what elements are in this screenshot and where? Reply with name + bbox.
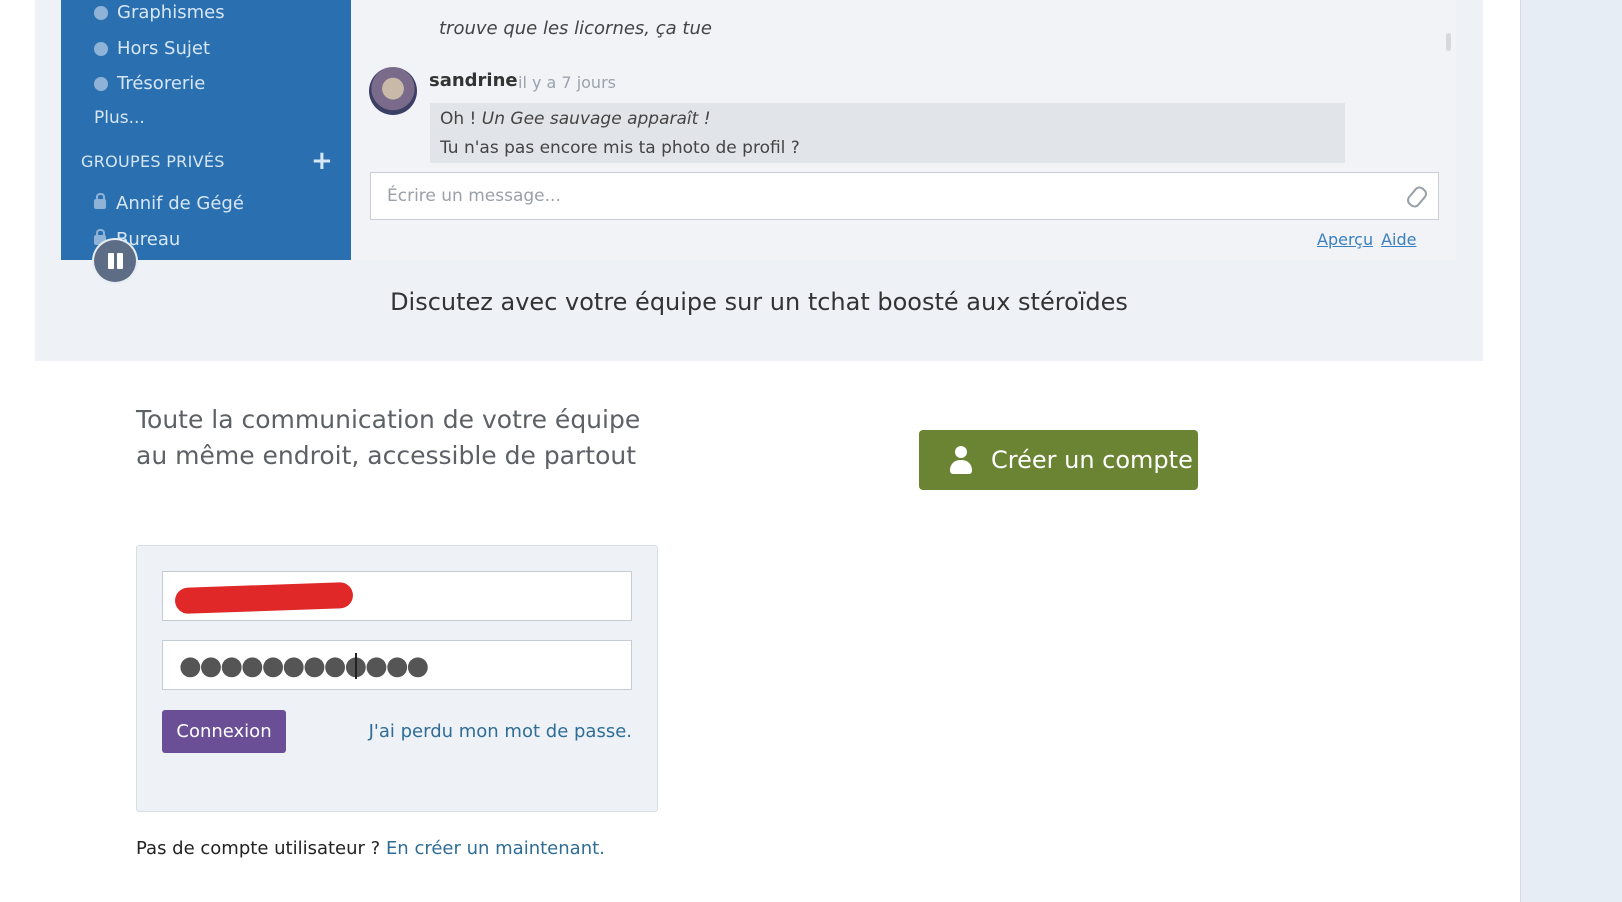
user-icon — [949, 446, 973, 474]
globe-icon — [94, 41, 108, 56]
sidebar-item-label: Hors Sujet — [117, 38, 211, 59]
login-form: ●●●●●●●●●●●● Connexion J'ai perdu mon mo… — [136, 545, 658, 812]
sidebar-item-label: Annif de Gégé — [116, 193, 244, 214]
quote-line-1: Oh ! Un Gee sauvage apparaît ! — [440, 109, 711, 129]
redaction-mark — [174, 581, 354, 615]
sidebar-more-link[interactable]: Plus... — [94, 108, 145, 128]
message-quote: Oh ! Un Gee sauvage apparaît ! Tu n'as p… — [430, 103, 1345, 163]
sidebar-item-graphismes[interactable]: Graphismes — [94, 2, 225, 23]
sidebar-item-label: Graphismes — [117, 2, 225, 23]
demo-sidebar: Graphismes Hors Sujet Trésorerie Plus...… — [61, 0, 351, 260]
quote-line-2: Tu n'as pas encore mis ta photo de profi… — [440, 138, 800, 158]
preview-link[interactable]: Aperçu — [1317, 230, 1373, 249]
tagline: Toute la communication de votre équipe a… — [136, 405, 641, 470]
quote-italic: Un Gee sauvage apparaît ! — [481, 109, 711, 129]
sidebar-item-hors-sujet[interactable]: Hors Sujet — [94, 38, 210, 59]
demo-chat-panel: trouve que les licornes, ça tue sandrine… — [351, 0, 1456, 260]
sidebar-item-annif[interactable]: Annif de Gégé — [94, 192, 244, 214]
globe-icon — [94, 76, 108, 91]
quote-prefix: Oh ! — [440, 109, 482, 129]
forgot-password-link[interactable]: J'ai perdu mon mot de passe. — [369, 721, 632, 742]
password-mask: ●●●●●●●●●●●● — [179, 651, 429, 681]
previous-message: trouve que les licornes, ça tue — [439, 18, 712, 39]
private-groups-title: GROUPES PRIVÉS — [81, 152, 225, 171]
create-account-button[interactable]: Créer un compte — [919, 430, 1198, 490]
create-account-label: Créer un compte — [991, 446, 1193, 474]
message-placeholder: Écrire un message... — [387, 186, 561, 206]
username-field[interactable] — [162, 571, 632, 621]
message-author: sandrine — [429, 70, 518, 91]
chat-links: Aperçu Aide — [1317, 230, 1425, 249]
message-input[interactable]: Écrire un message... — [370, 172, 1439, 220]
chat-scrollbar[interactable] — [1446, 33, 1451, 51]
text-caret — [355, 653, 357, 679]
password-field[interactable]: ●●●●●●●●●●●● — [162, 640, 632, 690]
signup-prompt-text: Pas de compte utilisateur ? — [136, 838, 386, 859]
help-link[interactable]: Aide — [1381, 230, 1416, 249]
right-gutter — [1520, 0, 1622, 902]
hero-caption: Discutez avec votre équipe sur un tchat … — [390, 288, 1128, 316]
message-time: il y a 7 jours — [518, 73, 616, 92]
sidebar-item-tresorerie[interactable]: Trésorerie — [94, 73, 205, 94]
signup-prompt: Pas de compte utilisateur ? En créer un … — [136, 838, 605, 859]
avatar — [369, 67, 417, 115]
globe-icon — [94, 5, 108, 20]
login-button[interactable]: Connexion — [162, 710, 286, 753]
pause-button[interactable] — [94, 240, 136, 282]
paperclip-icon[interactable] — [1404, 184, 1430, 210]
sidebar-item-label: Trésorerie — [117, 73, 206, 94]
add-group-icon[interactable]: + — [311, 146, 333, 176]
lock-icon — [94, 192, 106, 209]
signup-link[interactable]: En créer un maintenant. — [386, 838, 605, 859]
